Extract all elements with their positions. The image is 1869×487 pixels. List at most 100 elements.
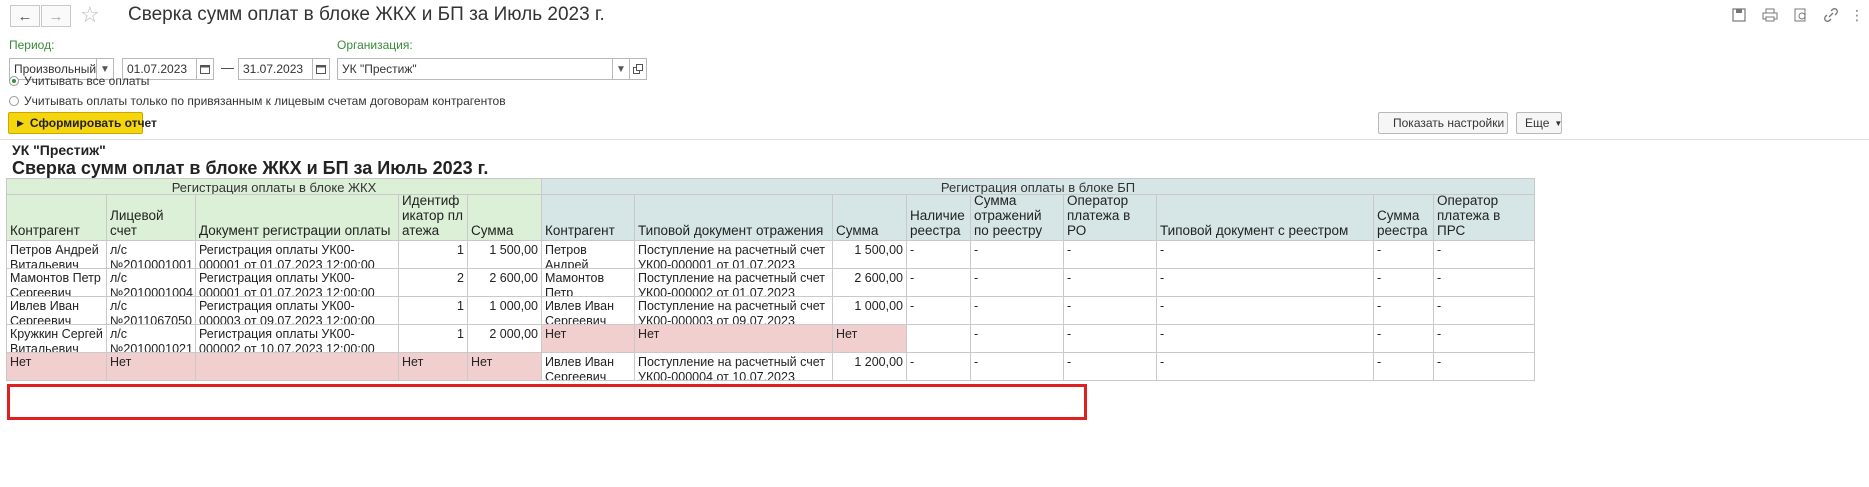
table-cell: - bbox=[907, 353, 971, 381]
table-cell: - bbox=[1064, 353, 1157, 381]
table-cell: Нет bbox=[833, 325, 907, 353]
table-cell: Петров Андрей Витальевич bbox=[7, 241, 107, 269]
group-header-zhkh: Регистрация оплаты в блоке ЖКХ bbox=[7, 179, 542, 195]
table-cell: - bbox=[1374, 297, 1434, 325]
column-header: Идентификатор платежа bbox=[399, 195, 468, 241]
play-icon: ▶ bbox=[17, 117, 24, 128]
table-cell: Нет bbox=[7, 353, 107, 381]
column-header: Оператор платежа в ПРС bbox=[1434, 195, 1535, 241]
date-to-calendar[interactable] bbox=[312, 58, 330, 80]
table-cell: - bbox=[1064, 269, 1157, 297]
table-cell: Ивлев Иван Сергеевич bbox=[542, 297, 635, 325]
period-label: Период: bbox=[9, 38, 55, 52]
preview-icon[interactable] bbox=[1792, 6, 1810, 24]
table-cell: Нет bbox=[399, 353, 468, 381]
chevron-down-icon: ▼ bbox=[1554, 118, 1563, 128]
table-cell: - bbox=[907, 241, 971, 269]
column-header: Документ регистрации оплаты bbox=[196, 195, 399, 241]
table-cell: Ивлев Иван Сергеевич bbox=[542, 353, 635, 381]
divider bbox=[0, 139, 1869, 140]
table-cell: - bbox=[1434, 325, 1535, 353]
column-header: Сумма отражений по реестру bbox=[971, 195, 1064, 241]
org-open-button[interactable] bbox=[629, 58, 647, 80]
save-icon[interactable] bbox=[1730, 6, 1748, 24]
table-cell: - bbox=[1374, 325, 1434, 353]
table-cell: - bbox=[1064, 325, 1157, 353]
table-cell: Кружкин Сергей Витальевич bbox=[7, 325, 107, 353]
table-cell: - bbox=[1374, 353, 1434, 381]
report-title: Сверка сумм оплат в блоке ЖКХ и БП за Ию… bbox=[12, 158, 489, 178]
table-cell: л/с №2010001004 bbox=[107, 269, 196, 297]
table-cell: - bbox=[971, 325, 1064, 353]
table-cell: Регистрация оплаты УК00-000001 от 01.07.… bbox=[196, 241, 399, 269]
open-window-icon bbox=[633, 64, 643, 74]
table-cell: - bbox=[907, 269, 971, 297]
org-label: Организация: bbox=[337, 38, 413, 52]
linked-payments-label[interactable]: Учитывать оплаты только по привязанным к… bbox=[24, 94, 506, 108]
org-input[interactable]: УК "Престиж" bbox=[337, 58, 613, 80]
table-cell: Нет bbox=[468, 353, 542, 381]
table-cell: - bbox=[1374, 269, 1434, 297]
table-cell: - bbox=[1434, 297, 1535, 325]
date-from-calendar[interactable] bbox=[196, 58, 214, 80]
table-cell: Поступление на расчетный счет УК00-00000… bbox=[635, 269, 833, 297]
column-header: Сумма реестра bbox=[1374, 195, 1434, 241]
table-cell: 1 000,00 bbox=[833, 297, 907, 325]
column-header: Типовой документ с реестром bbox=[1157, 195, 1374, 241]
column-header: Типовой документ отражения bbox=[635, 195, 833, 241]
chevron-down-icon: ▼ bbox=[616, 63, 626, 75]
generate-report-button[interactable]: ▶ Сформировать отчет bbox=[8, 112, 157, 134]
table-cell: - bbox=[907, 297, 971, 325]
table-cell: - bbox=[1434, 269, 1535, 297]
more-label: Еще bbox=[1525, 116, 1550, 130]
more-menu-icon[interactable]: ⋮ bbox=[1848, 6, 1866, 24]
table-cell: Мамонтов Петр Сергеевич bbox=[7, 269, 107, 297]
column-header: Лицевой счет bbox=[107, 195, 196, 241]
table-cell: Ивлев Иван Сергеевич bbox=[7, 297, 107, 325]
show-settings-button[interactable]: Показать настройки bbox=[1378, 112, 1508, 134]
table-cell: 1 bbox=[399, 297, 468, 325]
column-header: Оператор платежа в РО bbox=[1064, 195, 1157, 241]
table-cell: Регистрация оплаты УК00-000002 от 10.07.… bbox=[196, 325, 399, 353]
table-cell: 1 000,00 bbox=[468, 297, 542, 325]
chevron-down-icon: ▼ bbox=[100, 63, 110, 75]
table-cell: 1 bbox=[399, 325, 468, 353]
radio-linked-payments[interactable] bbox=[9, 96, 19, 106]
table-cell: 1 500,00 bbox=[833, 241, 907, 269]
table-cell bbox=[196, 353, 399, 381]
print-icon[interactable] bbox=[1761, 6, 1779, 24]
table-cell: - bbox=[971, 353, 1064, 381]
radio-all-payments[interactable] bbox=[9, 76, 19, 86]
date-to-input[interactable]: 31.07.2023 bbox=[238, 58, 313, 80]
table-cell: - bbox=[1434, 353, 1535, 381]
report-org: УК "Престиж" bbox=[12, 142, 106, 158]
group-header-bp: Регистрация оплаты в блоке БП bbox=[542, 179, 1535, 195]
table-cell: Поступление на расчетный счет УК00-00000… bbox=[635, 353, 833, 381]
table-cell: л/с №2011067050 bbox=[107, 297, 196, 325]
all-payments-label[interactable]: Учитывать все оплаты bbox=[24, 74, 149, 88]
table-cell: 2 600,00 bbox=[833, 269, 907, 297]
column-header: Сумма bbox=[833, 195, 907, 241]
arrow-right-icon: → bbox=[48, 7, 64, 25]
table-cell: - bbox=[971, 297, 1064, 325]
page-title: Сверка сумм оплат в блоке ЖКХ и БП за Ию… bbox=[128, 4, 605, 25]
org-dropdown[interactable]: ▼ bbox=[612, 58, 630, 80]
table-cell: - bbox=[1064, 297, 1157, 325]
favorite-star-icon[interactable]: ☆ bbox=[80, 2, 100, 28]
back-button[interactable]: ← bbox=[10, 5, 40, 27]
generate-report-label: Сформировать отчет bbox=[29, 116, 157, 130]
table-cell: - bbox=[1157, 269, 1374, 297]
forward-button[interactable]: → bbox=[41, 5, 71, 27]
table-cell: л/с №2010001001 bbox=[107, 241, 196, 269]
table-cell: 1 200,00 bbox=[833, 353, 907, 381]
more-button[interactable]: Еще ▼ bbox=[1516, 112, 1562, 134]
table-cell: - bbox=[1157, 353, 1374, 381]
table-cell: Нет bbox=[107, 353, 196, 381]
table-cell: Нет bbox=[635, 325, 833, 353]
column-header: Наличие реестра bbox=[907, 195, 971, 241]
column-header: Контрагент bbox=[542, 195, 635, 241]
table-cell: Регистрация оплаты УК00-000003 от 09.07.… bbox=[196, 297, 399, 325]
table-cell: Регистрация оплаты УК00-000001 от 01.07.… bbox=[196, 269, 399, 297]
table-cell: Мамонтов Петр Сергеевич bbox=[542, 269, 635, 297]
link-icon[interactable] bbox=[1822, 6, 1840, 24]
